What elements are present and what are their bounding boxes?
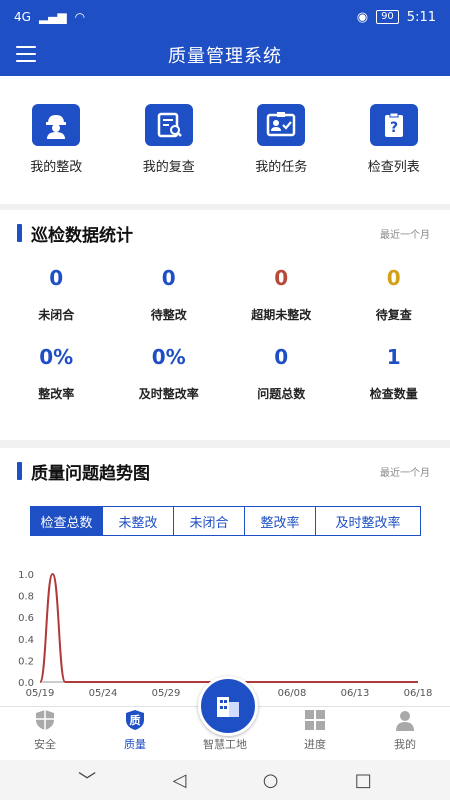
stat-value: 0	[386, 266, 401, 290]
inspection-stats-card: 巡检数据统计 最近一个月 0 未闭合 0 待整改 0 超期未整改 0 待复查 0% 整改率…	[0, 210, 450, 440]
quick-actions: 我的整改 我的复查 我的任务 ? 检查列表	[0, 76, 450, 204]
stat-item[interactable]: 0% 及时整改率	[113, 345, 226, 402]
hide-keyboard-icon[interactable]: ﹀	[78, 767, 96, 793]
stat-label: 检查数量	[369, 387, 418, 401]
stat-value: 0	[49, 266, 64, 290]
home-icon[interactable]: ○	[263, 770, 279, 791]
nav-safety[interactable]: 安全	[0, 707, 90, 760]
y-tick-label: 0.6	[18, 613, 34, 624]
x-tick-label: 05/24	[89, 688, 118, 699]
nav-quality-glyph: 质	[130, 713, 141, 727]
back-icon[interactable]: ◁	[173, 770, 187, 791]
nav-label: 智慧工地	[203, 738, 247, 751]
nav-mine[interactable]: 我的	[360, 707, 450, 760]
nav-progress[interactable]: 进度	[270, 707, 360, 760]
stat-item[interactable]: 0 待整改	[113, 266, 226, 323]
stat-item[interactable]: 0 超期未整改	[225, 266, 338, 323]
period-label[interactable]: 最近一个月	[380, 464, 430, 479]
battery-level: 90	[376, 10, 399, 24]
tab-total-checks[interactable]: 检查总数	[31, 507, 103, 535]
wifi-icon: ◠	[74, 10, 86, 24]
question-clipboard-icon: ?	[369, 104, 418, 146]
quick-action-label: 我的复查	[142, 160, 195, 175]
stat-label: 整改率	[38, 387, 75, 401]
nav-label: 进度	[304, 738, 326, 751]
trend-card: 质量问题趋势图 最近一个月 检查总数 未整改 未闭合 整改率 及时整改率 0.0…	[0, 448, 450, 706]
grid-icon	[305, 710, 325, 730]
quick-action-check-list[interactable]: ? 检查列表	[338, 76, 450, 204]
system-nav-bar: ﹀ ◁ ○ □	[0, 760, 450, 800]
stat-label: 未闭合	[38, 308, 75, 322]
id-card-check-icon	[257, 104, 306, 146]
stat-value: 0	[274, 345, 289, 369]
y-tick-label: 0.2	[18, 656, 34, 667]
nav-quality[interactable]: 质 质量	[90, 707, 180, 760]
stat-label: 超期未整改	[251, 308, 312, 322]
shield-icon	[36, 710, 54, 730]
quick-action-my-tasks[interactable]: 我的任务	[225, 76, 338, 204]
trend-tabs: 检查总数 未整改 未闭合 整改率 及时整改率	[30, 506, 421, 536]
period-label[interactable]: 最近一个月	[380, 226, 430, 241]
quick-action-my-recheck[interactable]: 我的复查	[113, 76, 226, 204]
card-header: 质量问题趋势图 最近一个月	[0, 448, 450, 494]
x-tick-label: 06/08	[278, 688, 307, 699]
nav-label: 安全	[34, 738, 56, 751]
app-bar: 质量管理系统	[0, 34, 450, 76]
y-tick-label: 0.8	[18, 592, 34, 603]
stat-value: 0%	[39, 345, 74, 369]
nav-label: 质量	[124, 738, 146, 751]
network-indicator: 4G	[14, 10, 31, 24]
quick-action-label: 我的任务	[255, 160, 308, 175]
status-bar: 4G ▂▄▆ ◠ ◉ 90 5:11	[0, 0, 450, 34]
eye-icon: ◉	[356, 9, 369, 25]
card-title: 巡检数据统计	[31, 225, 133, 246]
app-title: 质量管理系统	[168, 46, 282, 67]
quick-action-label: 检查列表	[367, 160, 420, 175]
x-tick-label: 05/29	[152, 688, 181, 699]
tab-unrectified[interactable]: 未整改	[103, 507, 174, 535]
quality-shield-icon: 质	[126, 710, 144, 730]
y-tick-label: 1.0	[18, 570, 34, 581]
document-search-icon	[144, 104, 193, 146]
quick-action-my-rectification[interactable]: 我的整改	[0, 76, 113, 204]
card-header: 巡检数据统计 最近一个月	[0, 210, 450, 256]
stat-value: 0	[161, 266, 176, 290]
y-tick-label: 0.4	[18, 635, 34, 646]
stat-label: 问题总数	[257, 387, 306, 401]
stat-grid: 0 未闭合 0 待整改 0 超期未整改 0 待复查 0% 整改率 0% 及时整改率 0 问题总…	[0, 266, 450, 402]
stat-item[interactable]: 0 待复查	[338, 266, 450, 323]
building-icon	[217, 697, 239, 717]
stat-item[interactable]: 0 未闭合	[0, 266, 113, 323]
stat-label: 待整改	[150, 308, 187, 322]
series-line	[39, 572, 418, 683]
accent-bar	[17, 462, 22, 480]
nav-label: 我的	[394, 738, 416, 751]
worker-icon	[32, 104, 81, 146]
signal-icon: ▂▄▆	[38, 10, 67, 24]
x-tick-label: 06/18	[404, 688, 433, 699]
svg-text:?: ?	[390, 120, 398, 136]
x-tick-label: 05/19	[26, 688, 55, 699]
accent-bar	[17, 224, 22, 242]
recents-icon[interactable]: □	[355, 770, 372, 791]
stat-label: 待复查	[375, 308, 412, 322]
tab-timely-rectification-rate[interactable]: 及时整改率	[316, 507, 420, 535]
stat-item[interactable]: 0 问题总数	[225, 345, 338, 402]
clock: 5:11	[406, 9, 436, 25]
stat-label: 及时整改率	[138, 387, 199, 401]
tab-unclosed[interactable]: 未闭合	[174, 507, 245, 535]
card-title: 质量问题趋势图	[31, 463, 150, 484]
x-tick-label: 06/13	[341, 688, 370, 699]
tab-rectification-rate[interactable]: 整改率	[245, 507, 316, 535]
stat-value: 0%	[151, 345, 186, 369]
stat-value: 1	[386, 345, 401, 369]
person-icon	[396, 711, 414, 731]
menu-icon[interactable]	[16, 46, 36, 62]
quick-action-label: 我的整改	[30, 160, 83, 175]
stat-value: 0	[274, 266, 289, 290]
stat-item[interactable]: 1 检查数量	[338, 345, 450, 402]
smart-site-button[interactable]	[198, 676, 258, 736]
stat-item[interactable]: 0% 整改率	[0, 345, 113, 402]
